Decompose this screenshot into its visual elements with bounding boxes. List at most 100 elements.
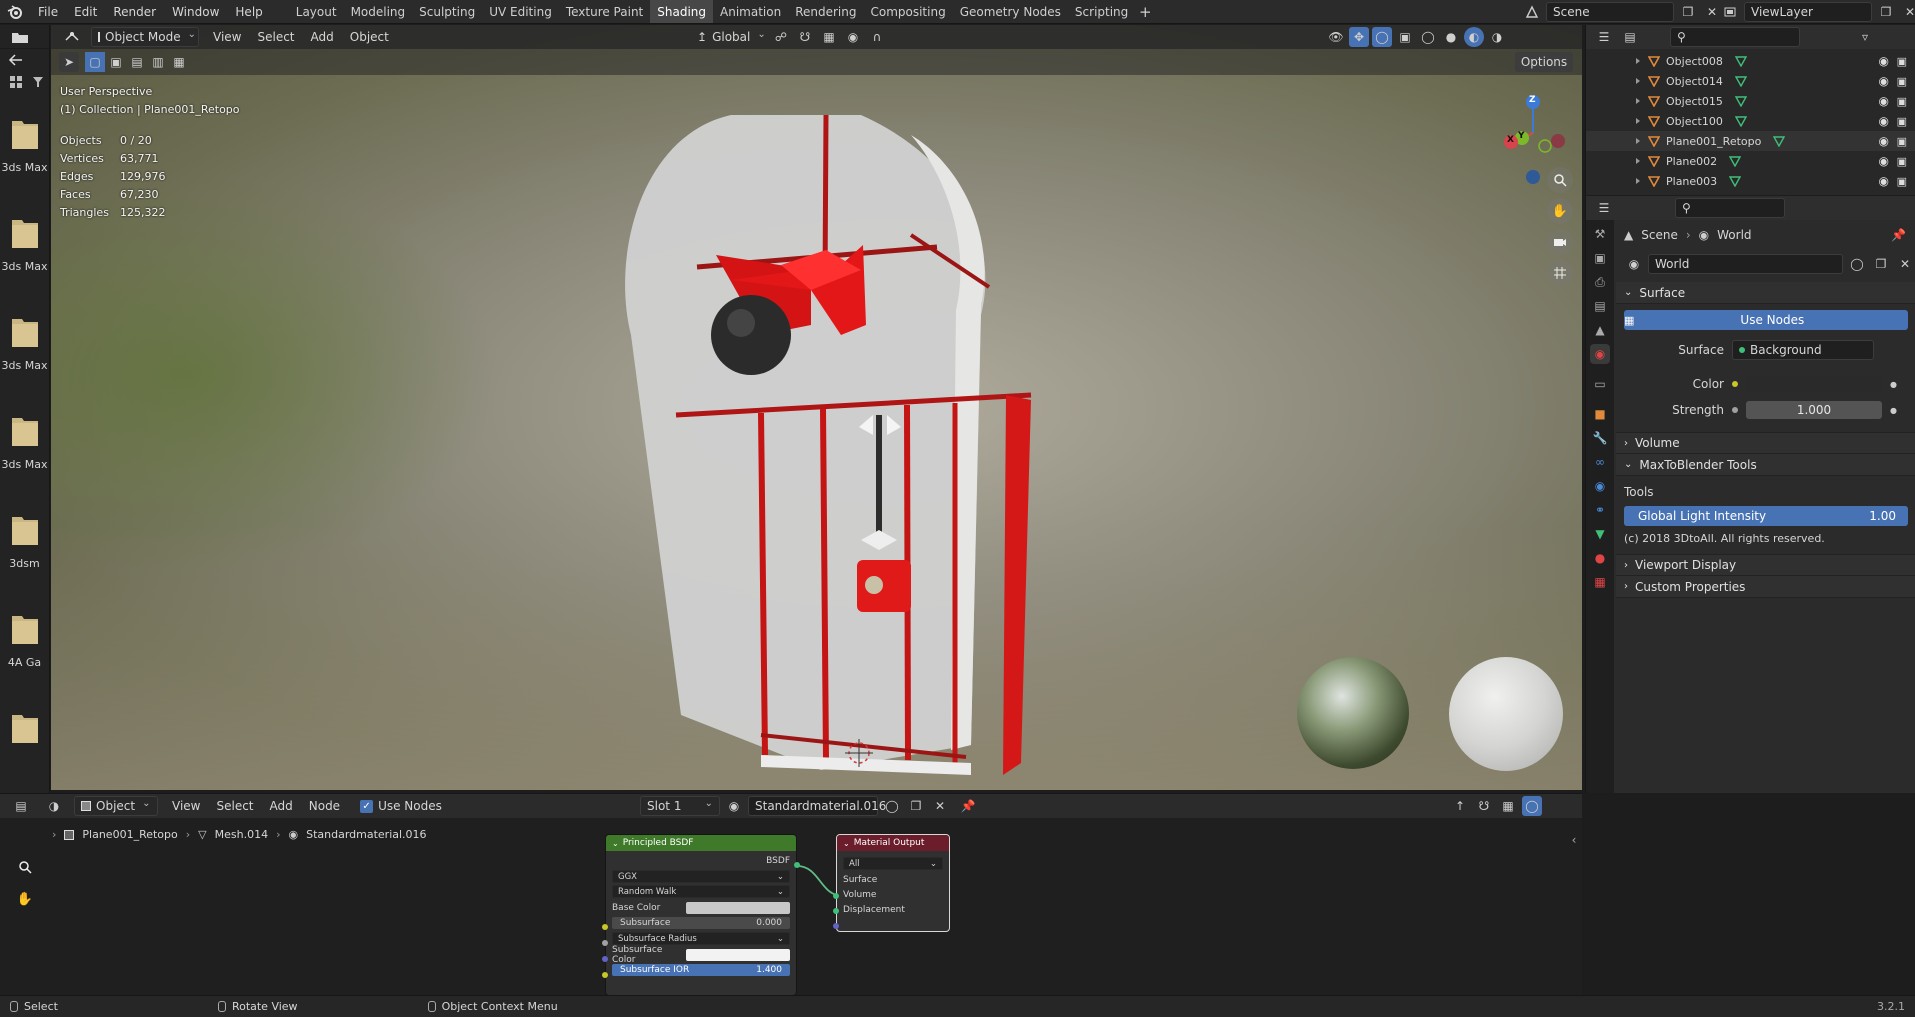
viewport-menu-view[interactable]: View xyxy=(205,25,249,49)
world-tab-icon[interactable]: ◉ xyxy=(1590,344,1610,364)
render-camera-icon[interactable]: ▣ xyxy=(1897,135,1907,148)
new-view-layer-icon[interactable]: ❐ xyxy=(1876,2,1896,22)
overlays-icon[interactable]: ◯ xyxy=(1372,27,1392,47)
subsurface-socket[interactable] xyxy=(602,940,608,946)
visibility-icon[interactable]: 👁 xyxy=(1326,27,1346,47)
node-collapse-icon[interactable]: ⌄ xyxy=(612,839,619,848)
expand-arrow-icon[interactable] xyxy=(1636,158,1640,164)
global-light-slider[interactable]: Global Light Intensity 1.00 xyxy=(1624,506,1908,526)
node-menu-select[interactable]: Select xyxy=(208,794,261,818)
scene-tab-icon[interactable]: ▲ xyxy=(1590,320,1610,340)
file-item[interactable]: 4A Ga xyxy=(0,596,49,695)
file-item[interactable]: 3ds Max xyxy=(0,200,49,299)
subsurface-field[interactable]: Subsurface 0.000 xyxy=(612,916,790,929)
select-intersect-icon[interactable]: ▦ xyxy=(169,52,189,72)
viewport-editor-type-icon[interactable] xyxy=(59,27,85,47)
bsdf-output-socket[interactable] xyxy=(794,862,800,868)
node-overlay-icon[interactable]: ◯ xyxy=(1522,796,1542,816)
subsurface-radius-socket[interactable] xyxy=(602,956,608,962)
outliner-search[interactable]: ⚲ xyxy=(1670,27,1800,47)
gizmo-toggle-icon[interactable]: ✥ xyxy=(1349,27,1369,47)
file-item[interactable]: 3dsm xyxy=(0,497,49,596)
render-tab-icon[interactable]: ▣ xyxy=(1590,248,1610,268)
perspective-toggle-icon[interactable] xyxy=(1547,260,1573,286)
strength-keyframe-icon[interactable]: ● xyxy=(1890,406,1897,415)
node-snap-mode-icon[interactable]: ▦ xyxy=(1498,796,1518,816)
tab-layout[interactable]: Layout xyxy=(289,0,344,23)
viewport-3d[interactable]: Object Mode ViewSelectAddObject ↥ Global… xyxy=(51,25,1582,790)
render-camera-icon[interactable]: ▣ xyxy=(1897,155,1907,168)
viewport-menu-select[interactable]: Select xyxy=(249,25,302,49)
fake-user-icon[interactable]: ◯ xyxy=(1847,254,1867,274)
output-target-dropdown[interactable]: All ⌄ xyxy=(843,857,943,870)
properties-editor-icon[interactable]: ☰ xyxy=(1594,198,1614,218)
view-layer-tab-icon[interactable]: ▤ xyxy=(1590,296,1610,316)
render-camera-icon[interactable]: ▣ xyxy=(1897,75,1907,88)
surface-input-socket[interactable] xyxy=(833,893,839,899)
subsurface-color-socket[interactable] xyxy=(602,972,608,978)
render-camera-icon[interactable]: ▣ xyxy=(1897,55,1907,68)
surface-panel-header[interactable]: ⌄ Surface xyxy=(1616,282,1915,304)
viewport-menu-add[interactable]: Add xyxy=(303,25,342,49)
xray-icon[interactable]: ▣ xyxy=(1395,27,1415,47)
mesh-data-icon[interactable] xyxy=(1734,55,1747,67)
visibility-eye-icon[interactable]: ◉ xyxy=(1879,114,1889,128)
node-editor-type-icon[interactable]: ▤ xyxy=(8,796,34,816)
outliner-item[interactable]: Plane003 ◉ ▣ xyxy=(1586,171,1915,191)
tab-shading[interactable]: Shading xyxy=(650,0,713,23)
material-fake-user-icon[interactable]: ◯ xyxy=(882,796,902,816)
distribution-dropdown[interactable]: GGX ⌄ xyxy=(612,870,790,883)
expand-arrow-icon[interactable] xyxy=(1636,78,1640,84)
node-pin-icon[interactable]: 📌 xyxy=(958,796,978,816)
color-swatch[interactable] xyxy=(1746,375,1882,393)
view-layer-selector[interactable]: ViewLayer xyxy=(1744,2,1872,22)
menu-help[interactable]: Help xyxy=(227,0,270,23)
texture-tab-icon[interactable]: ▦ xyxy=(1590,572,1610,592)
unlink-world-icon[interactable]: ✕ xyxy=(1895,254,1915,274)
mesh-data-icon[interactable] xyxy=(1734,115,1747,127)
custom-properties-panel-header[interactable]: › Custom Properties xyxy=(1616,576,1915,598)
wireframe-shading-icon[interactable]: ◯ xyxy=(1418,27,1438,47)
tab-rendering[interactable]: Rendering xyxy=(788,0,863,23)
outliner-item[interactable]: Plane001_Retopo ◉ ▣ xyxy=(1586,131,1915,151)
select-extend-icon[interactable]: ▣ xyxy=(106,52,126,72)
volume-input-socket[interactable] xyxy=(833,908,839,914)
object-tab-icon[interactable]: ■ xyxy=(1590,404,1610,424)
base-color-swatch[interactable] xyxy=(686,901,790,914)
outliner-item[interactable]: Object014 ◉ ▣ xyxy=(1586,71,1915,91)
mesh-data-icon[interactable] xyxy=(1729,175,1742,187)
outliner-item[interactable]: Plane002 ◉ ▣ xyxy=(1586,151,1915,171)
strength-field[interactable]: 1.000 xyxy=(1746,401,1882,419)
visibility-eye-icon[interactable]: ◉ xyxy=(1879,74,1889,88)
expand-arrow-icon[interactable] xyxy=(1636,98,1640,104)
material-name-field[interactable]: Standardmaterial.016 xyxy=(748,796,886,816)
expand-arrow-icon[interactable] xyxy=(1636,138,1640,144)
parent-node-tree-icon[interactable]: ↑ xyxy=(1450,796,1470,816)
select-invert-icon[interactable]: ▥ xyxy=(148,52,168,72)
material-output-node[interactable]: ⌄ Material Output All ⌄ Surface Volume Di… xyxy=(836,834,950,932)
tab-texture-paint[interactable]: Texture Paint xyxy=(559,0,650,23)
node-collapse-icon[interactable]: ⌄ xyxy=(843,839,850,848)
material-browse-icon[interactable]: ◉ xyxy=(724,796,744,816)
new-world-icon[interactable]: ❐ xyxy=(1871,254,1891,274)
use-nodes-checkbox[interactable]: ✓ Use Nodes xyxy=(360,799,442,813)
add-workspace-button[interactable]: + xyxy=(1135,2,1155,22)
snap-target-icon[interactable]: ▦ xyxy=(819,27,839,47)
constraints-tab-icon[interactable]: ⚭ xyxy=(1590,500,1610,520)
falloff-icon[interactable]: ∩ xyxy=(867,27,887,47)
material-tab-icon[interactable]: ● xyxy=(1590,548,1610,568)
scene-selector[interactable]: Scene xyxy=(1546,2,1674,22)
camera-icon[interactable] xyxy=(1547,229,1573,255)
displacement-input-socket[interactable] xyxy=(833,923,839,929)
file-item[interactable]: 3ds Max xyxy=(0,101,49,200)
snap-icon[interactable]: ☋ xyxy=(795,27,815,47)
select-new-icon[interactable]: ▢ xyxy=(85,52,105,72)
tab-modeling[interactable]: Modeling xyxy=(344,0,413,23)
modifier-tab-icon[interactable]: 🔧 xyxy=(1590,428,1610,448)
principled-bsdf-node[interactable]: ⌄ Principled BSDF BSDF GGX ⌄ Random Walk ⌄… xyxy=(605,834,797,996)
collection-tab-icon[interactable]: ▭ xyxy=(1590,374,1610,394)
outliner-filter-icon[interactable]: ▿ xyxy=(1855,27,1875,47)
mesh-data-icon[interactable] xyxy=(1734,95,1747,107)
options-dropdown[interactable]: Options xyxy=(1515,52,1573,72)
tab-geometry-nodes[interactable]: Geometry Nodes xyxy=(953,0,1068,23)
